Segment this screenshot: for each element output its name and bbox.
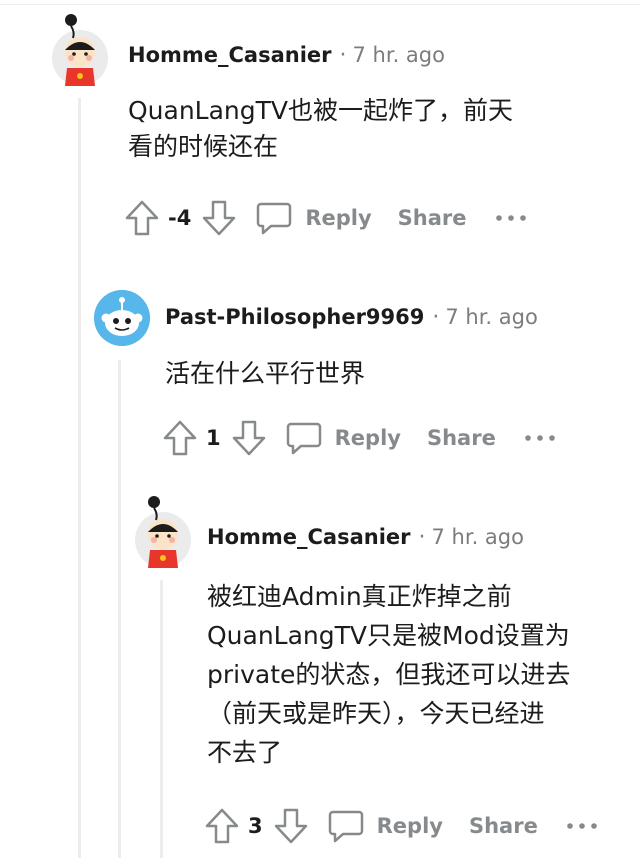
upvote-icon[interactable] xyxy=(124,199,160,237)
vote-score: -4 xyxy=(168,206,192,230)
comment-meta: Homme_Casanier · 7 hr. ago xyxy=(207,525,524,550)
more-options-icon[interactable] xyxy=(495,213,527,223)
thread-line-2[interactable] xyxy=(118,360,121,858)
downvote-icon[interactable] xyxy=(273,807,309,845)
share-button[interactable]: Share xyxy=(469,814,538,838)
comment-line: 活在什么平行世界 xyxy=(165,359,366,388)
user-avatar[interactable] xyxy=(51,10,109,88)
reply-icon[interactable] xyxy=(255,199,293,237)
share-button[interactable]: Share xyxy=(398,206,467,230)
more-options-icon[interactable] xyxy=(566,821,598,831)
vote-score: 3 xyxy=(248,814,263,838)
more-options-icon[interactable] xyxy=(524,433,556,443)
comment-line: private的状态，但我还可以进去 xyxy=(207,660,571,689)
comment-actions: -4 Reply Share xyxy=(124,196,527,240)
username[interactable]: Homme_Casanier xyxy=(207,525,411,549)
comment-line: QuanLangTV也被一起炸了，前天 xyxy=(128,96,514,125)
reply-icon[interactable] xyxy=(327,807,365,845)
thread-line-1[interactable] xyxy=(78,98,81,858)
username[interactable]: Past-Philosopher9969 xyxy=(165,305,424,329)
username[interactable]: Homme_Casanier xyxy=(128,43,332,67)
reply-icon[interactable] xyxy=(285,419,323,457)
comment-body: 活在什么平行世界 xyxy=(165,356,615,392)
vote-score: 1 xyxy=(206,426,221,450)
downvote-icon[interactable] xyxy=(201,199,237,237)
comment-line: 不去了 xyxy=(207,738,283,767)
share-button[interactable]: Share xyxy=(427,426,496,450)
cartoon-boy-avatar-icon xyxy=(135,496,191,568)
reply-button[interactable]: Reply xyxy=(377,814,443,838)
comment-line: QuanLangTV只是被Mod设置为 xyxy=(207,621,570,650)
comment-meta: Past-Philosopher9969 · 7 hr. ago xyxy=(165,305,538,330)
comment-line: （前天或是昨天），今天已经进 xyxy=(207,699,545,728)
separator-dot: · xyxy=(418,525,426,550)
thread-line-3[interactable] xyxy=(160,580,163,858)
comment-line: 被红迪Admin真正炸掉之前 xyxy=(207,582,512,611)
timestamp[interactable]: 7 hr. ago xyxy=(432,525,524,549)
comment-actions: 1 Reply Share xyxy=(162,416,556,460)
snoo-avatar-icon xyxy=(94,290,150,346)
upvote-icon[interactable] xyxy=(204,807,240,845)
comment-body: 被红迪Admin真正炸掉之前 QuanLangTV只是被Mod设置为 priva… xyxy=(207,577,632,772)
comment-line: 看的时候还在 xyxy=(128,132,279,161)
separator-dot: · xyxy=(432,305,440,330)
reply-button[interactable]: Reply xyxy=(305,206,371,230)
comment-actions: 3 Reply Share xyxy=(204,804,598,848)
comment-meta: Homme_Casanier · 7 hr. ago xyxy=(128,43,445,68)
reply-button[interactable]: Reply xyxy=(335,426,401,450)
user-avatar[interactable] xyxy=(94,290,150,346)
top-divider xyxy=(0,4,640,5)
timestamp[interactable]: 7 hr. ago xyxy=(445,305,537,329)
separator-dot: · xyxy=(339,43,347,68)
user-avatar[interactable] xyxy=(134,492,192,570)
cartoon-boy-avatar-icon xyxy=(52,14,108,86)
comment-body: QuanLangTV也被一起炸了，前天 看的时候还在 xyxy=(128,93,618,165)
timestamp[interactable]: 7 hr. ago xyxy=(353,43,445,67)
downvote-icon[interactable] xyxy=(231,419,267,457)
upvote-icon[interactable] xyxy=(162,419,198,457)
